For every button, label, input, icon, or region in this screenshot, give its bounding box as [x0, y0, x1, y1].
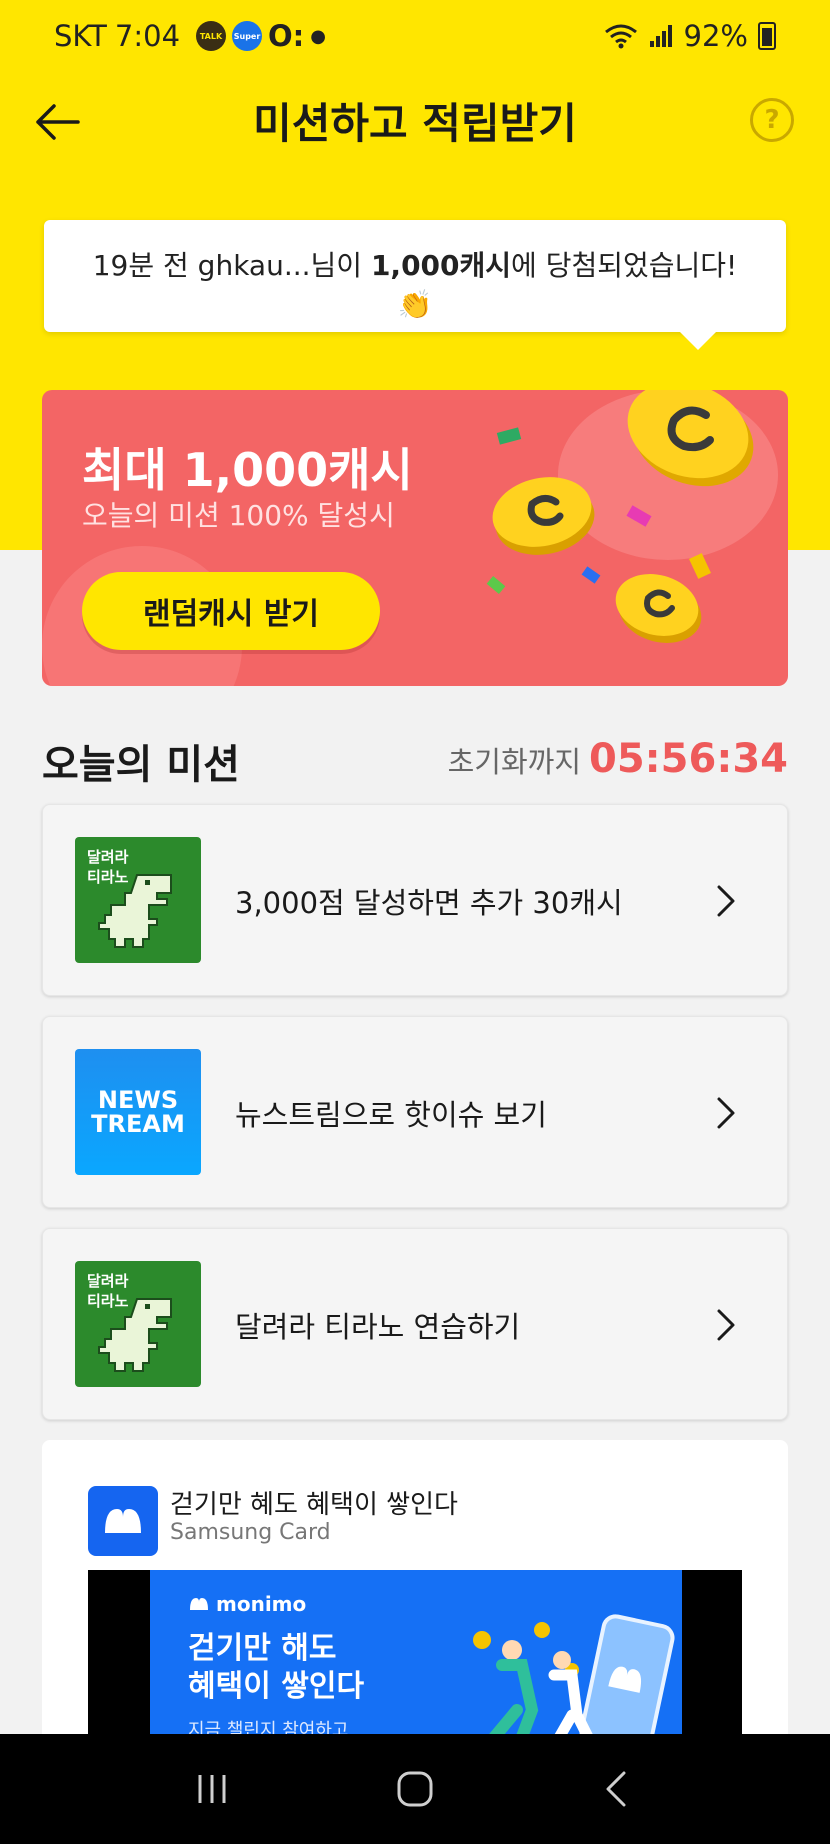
monimo-logo-icon — [190, 1598, 208, 1610]
ad-image-headline: 걷기만 해도 혜택이 쌓인다 — [188, 1630, 364, 1706]
dino-icon: 달려라 티라노 — [75, 1261, 201, 1387]
reset-timer-value: 05:56:34 — [589, 736, 788, 782]
dino-icon: 달려라 티라노 — [75, 837, 201, 963]
recent-apps-button[interactable] — [182, 1759, 242, 1819]
ad-image-brand-text: monimo — [216, 1592, 307, 1616]
banner-title: 최대 1,000캐시 — [82, 443, 413, 497]
coins-illustration — [486, 390, 754, 643]
reset-timer: 초기화까지 05:56:34 — [448, 736, 788, 782]
newstream-thumb-title: NEWS — [97, 1086, 179, 1114]
dinosaur-illustration — [98, 1298, 172, 1372]
home-button[interactable] — [385, 1759, 445, 1819]
question-mark-icon: ? — [764, 105, 780, 135]
winner-notice-prefix: 19분 전 ghkau...님이 — [92, 249, 371, 282]
winner-notice-suffix: 에 당첨되었습니다! — [511, 249, 738, 282]
more-notifications-dot-icon: ● — [310, 25, 326, 47]
status-bar: SKT 7:04 TALK Super O: ● 92% — [0, 0, 830, 72]
newstream-icon: NEWS TREAM — [75, 1049, 201, 1175]
clock: 7:04 — [114, 19, 181, 53]
random-cash-button[interactable]: 랜덤캐시 받기 — [82, 572, 380, 650]
coin-icon — [492, 477, 595, 555]
reset-timer-label: 초기화까지 — [447, 745, 582, 779]
missions-section-title: 오늘의 미션 — [42, 742, 240, 788]
monimo-logo-icon — [88, 1486, 158, 1556]
mission-card[interactable]: 달려라 티라노 달려라 티라노 연습하기 — [42, 1228, 788, 1420]
help-button[interactable]: ? — [750, 98, 794, 142]
back-button[interactable] — [30, 94, 86, 150]
recent-apps-icon — [198, 1775, 226, 1803]
newstream-thumb-title: TREAM — [91, 1110, 185, 1138]
ad-headline-line: 걷기만 해도 — [188, 1631, 337, 1666]
winner-notice: 19분 전 ghkau...님이 1,000캐시에 당첨되었습니다! 👏 — [44, 220, 786, 350]
system-navigation-bar — [0, 1734, 830, 1844]
app-header: 미션하고 적립받기 ? — [0, 80, 830, 160]
promo-banner: 최대 1,000캐시 오늘의 미션 100% 달성시 랜덤캐시 받기 — [42, 390, 788, 686]
battery-icon — [758, 22, 776, 50]
coin-icon — [615, 574, 702, 643]
arrow-left-icon — [36, 104, 80, 140]
ad-headline-line: 혜택이 쌓인다 — [188, 1669, 365, 1704]
back-chevron-icon — [606, 1771, 626, 1807]
mission-card[interactable]: NEWS TREAM 뉴스트림으로 핫이슈 보기 — [42, 1016, 788, 1208]
carrier-label: SKT — [54, 19, 107, 53]
oi-notification-icon: O: — [268, 19, 305, 53]
wifi-icon — [604, 24, 637, 49]
kakaotalk-notification-icon: TALK — [196, 21, 227, 51]
ad-image-brand: monimo — [188, 1592, 306, 1616]
mission-label: 뉴스트림으로 핫이슈 보기 — [235, 1098, 547, 1132]
winner-notice-amount: 1,000캐시 — [370, 249, 512, 282]
coin-icon — [627, 390, 754, 487]
ad-title: 걷기만 혜도 혜택이 쌓인다 — [170, 1490, 458, 1520]
chevron-right-icon — [717, 885, 735, 917]
mission-card[interactable]: 달려라 티라노 3,000점 달성하면 추가 30캐시 — [42, 804, 788, 996]
super-sol-notification-icon: Super — [232, 21, 263, 51]
chevron-right-icon — [717, 1097, 735, 1129]
ad-advertiser: Samsung Card — [170, 1520, 331, 1545]
mission-label: 3,000점 달성하면 추가 30캐시 — [235, 886, 623, 920]
system-back-button[interactable] — [588, 1759, 648, 1819]
dinosaur-illustration — [98, 874, 172, 948]
mission-label: 달려라 티라노 연습하기 — [235, 1310, 521, 1344]
signal-icon — [649, 25, 672, 47]
clapping-hands-icon: 👏 — [397, 288, 433, 321]
battery-percent: 92% — [683, 19, 748, 53]
home-icon — [397, 1771, 433, 1807]
banner-subtitle: 오늘의 미션 100% 달성시 — [82, 499, 395, 532]
chevron-right-icon — [717, 1309, 735, 1341]
page-title: 미션하고 적립받기 — [253, 98, 577, 148]
